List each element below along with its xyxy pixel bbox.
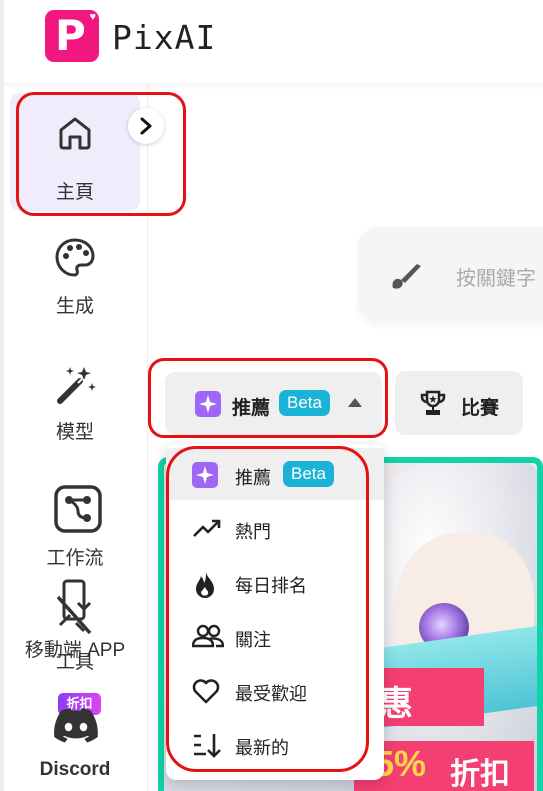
sidebar-item-discord[interactable]: 折扣 Discord [10,693,140,789]
discount-text: 折扣 [450,758,510,791]
palette-icon [55,238,95,277]
menu-item-following[interactable]: 關注 [166,610,384,662]
sparkle-icon [192,462,218,488]
menu-item-newest[interactable]: 最新的 [166,718,384,770]
menu-item-label: 推薦 [235,468,271,488]
top-header: P ♥ PixAI [0,0,543,83]
menu-item-label: 最新的 [235,738,289,758]
tools-icon [56,579,92,635]
sidebar-item-generate[interactable]: 生成 [10,233,140,323]
sidebar-item-models[interactable]: 模型 [10,359,140,449]
search-bar[interactable]: 按關鍵字 [358,227,543,323]
home-icon [59,117,91,150]
contest-button[interactable]: 比賽 [395,371,523,435]
sort-newest-icon [194,734,221,758]
menu-item-label: 每日排名 [235,576,307,596]
sidebar-item-workflow[interactable]: 工作流 [10,483,140,573]
menu-item-trending[interactable]: 熱門 [166,502,384,554]
sidebar-expand-button[interactable] [128,108,164,144]
beta-badge: Beta [283,461,334,487]
flame-icon [196,572,214,598]
beta-badge: Beta [279,390,330,416]
filter-label: 推薦 [232,398,271,419]
promo-text: 惠 [379,685,413,723]
search-placeholder: 按關鍵字 [456,268,536,290]
caret-up-icon [348,398,362,407]
discord-icon [54,708,98,743]
feed-filter-menu: 推薦 Beta 熱門 每日排名 關注 最受歡迎 最新的 [166,444,384,780]
menu-item-recommended[interactable]: 推薦 Beta [166,448,384,500]
sparkle-icon [195,391,221,417]
sidebar-item-home[interactable]: 主頁 [10,93,140,211]
sidebar-item-label: Discord [39,759,111,780]
people-icon [192,624,224,648]
feed-filter-dropdown[interactable]: 推薦 Beta [165,372,382,435]
sidebar-item-label: 移動端 APP [24,640,126,661]
promo-label: 惠 [369,668,484,726]
menu-item-label: 關注 [235,630,271,650]
sidebar-item-label: 生成 [55,296,94,317]
brand-name[interactable]: PixAI [112,18,216,57]
heart-icon [192,679,220,704]
sidebar-item-label: 工作流 [46,548,104,569]
sidebar-item-mobile-app[interactable]: 移動端 APP [10,633,140,661]
trending-icon [193,519,221,537]
workflow-icon [54,485,102,533]
sidebar-item-label: 模型 [55,422,94,443]
contest-label: 比賽 [461,398,500,419]
menu-item-daily-ranking[interactable]: 每日排名 [166,556,384,608]
magic-wand-icon [57,367,96,404]
sidebar: 主頁 生成 模型 工作流 工具 移動端 APP 折扣 Discord [4,83,148,791]
menu-item-most-popular[interactable]: 最受歡迎 [166,664,384,716]
menu-item-label: 熱門 [235,522,271,542]
pixai-logo-icon[interactable]: P ♥ [45,10,99,62]
left-edge [0,0,4,791]
menu-item-label: 最受歡迎 [235,684,307,704]
sidebar-item-label: 主頁 [55,182,94,203]
trophy-icon [420,390,446,415]
brush-icon [392,264,421,289]
chevron-right-icon [140,117,152,135]
